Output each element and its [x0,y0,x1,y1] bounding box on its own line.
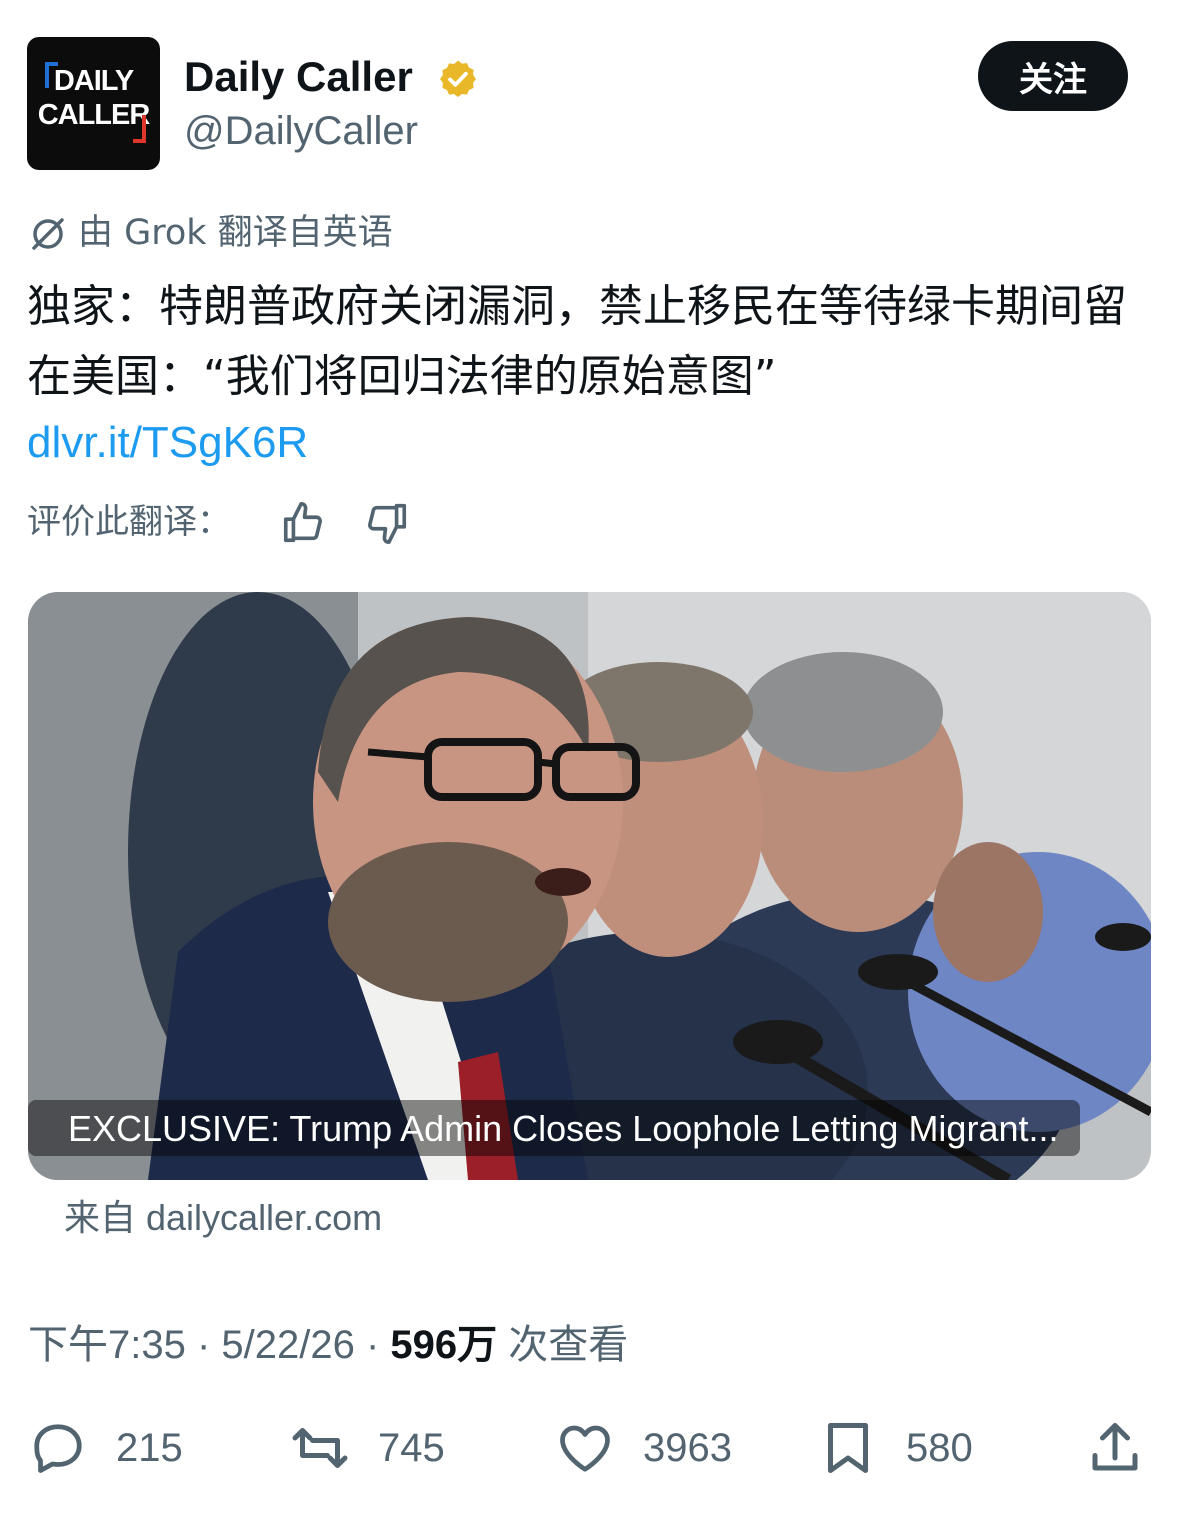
repost-count: 745 [378,1425,445,1470]
heart-icon [560,1425,610,1472]
account-avatar-logo[interactable]: DAILY CALLER [27,37,160,170]
meta-separator: · [185,1323,222,1367]
rate-translation-label: 评价此翻译： [27,502,231,542]
card-source[interactable]: 来自 dailycaller.com [64,1194,382,1242]
view-count: 596万 [390,1323,498,1367]
translation-note[interactable]: 由 Grok 翻译自英语 [78,210,393,256]
reply-icon [34,1424,82,1473]
thumbs-down-icon[interactable] [364,500,410,546]
tweet-link[interactable]: dlvr.it/TSgK6R [27,414,308,472]
reply-button[interactable]: 215 [28,1418,183,1478]
verified-badge-icon [439,60,477,98]
account-handle[interactable]: @DailyCaller [184,106,418,156]
tweet-date[interactable]: 5/22/26 [221,1323,354,1367]
bookmark-icon [828,1423,868,1473]
repost-icon [292,1428,348,1468]
tweet-text: 独家：特朗普政府关闭漏洞，禁止移民在等待绿卡期间留在美国：“我们将回归法律的原始… [27,281,1127,402]
reply-count: 215 [116,1425,183,1470]
thumbs-up-icon[interactable] [280,500,326,546]
repost-button[interactable]: 745 [290,1418,445,1478]
link-preview-card[interactable] [28,592,1151,1180]
bookmark-button[interactable]: 580 [818,1418,973,1478]
logo-bracket-right [133,115,146,143]
share-icon [1092,1423,1138,1471]
like-count: 3963 [643,1425,732,1470]
follow-button[interactable]: 关注 [978,41,1128,111]
article-photo [28,592,1151,1180]
view-label: 次查看 [508,1323,629,1367]
tweet-meta: 下午7:35 · 5/22/26 · 596万 次查看 [28,1318,628,1372]
grok-icon [32,218,64,250]
share-button[interactable] [1085,1418,1145,1478]
tweet-time[interactable]: 下午7:35 [28,1323,186,1367]
bookmark-count: 580 [906,1425,973,1470]
logo-text-line1: DAILY [53,65,134,97]
account-name[interactable]: Daily Caller [184,52,413,102]
card-caption[interactable]: EXCLUSIVE: Trump Admin Closes Loophole L… [68,1104,1059,1154]
like-button[interactable]: 3963 [555,1418,732,1478]
meta-separator: · [354,1323,391,1367]
